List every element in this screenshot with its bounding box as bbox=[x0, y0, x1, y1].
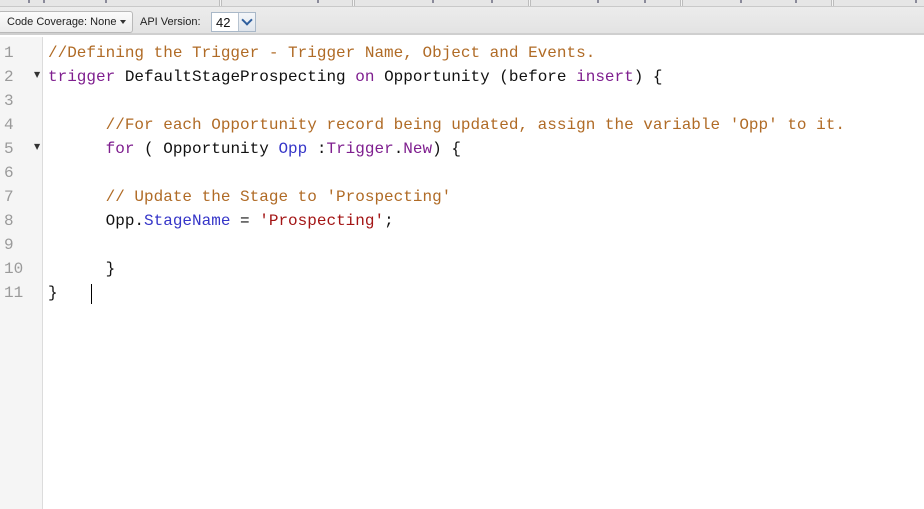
code-keyword: insert bbox=[576, 68, 634, 86]
line-number: 2 bbox=[4, 68, 14, 86]
code-comment: //For each Opportunity record being upda… bbox=[105, 116, 845, 134]
code-line[interactable]: 3 bbox=[0, 89, 924, 113]
code-text: ) { bbox=[432, 140, 461, 158]
tab-label-fragment bbox=[317, 0, 319, 3]
code-text: ( Opportunity bbox=[134, 140, 279, 158]
editor-toolbar: Code Coverage: None API Version: 42 bbox=[0, 7, 924, 35]
code-text: ; bbox=[384, 212, 394, 230]
code-coverage-label: Code Coverage: None bbox=[7, 16, 117, 28]
tab-label-fragment bbox=[105, 0, 107, 3]
line-number: 4 bbox=[4, 116, 14, 134]
code-keyword: trigger bbox=[48, 68, 116, 86]
tab-separator bbox=[528, 0, 531, 6]
code-text: ) { bbox=[633, 68, 663, 86]
tab-label-fragment bbox=[740, 0, 742, 3]
code-identifier: Opp bbox=[278, 140, 308, 158]
caret-down-icon bbox=[120, 20, 126, 24]
code-content: trigger DefaultStageProspecting on Oppor… bbox=[48, 65, 663, 89]
tab-label-fragment bbox=[795, 0, 797, 3]
code-content: for ( Opportunity Opp :Trigger.New) { bbox=[48, 137, 461, 161]
code-text: DefaultStageProspecting bbox=[115, 68, 356, 86]
tab-separator bbox=[680, 0, 683, 6]
fold-toggle-icon[interactable]: ▼ bbox=[34, 137, 40, 157]
tab-separator bbox=[352, 0, 355, 6]
code-text: Opp. bbox=[105, 212, 145, 230]
tab-label-fragment bbox=[432, 0, 434, 3]
code-text: : bbox=[307, 140, 327, 158]
code-content: } bbox=[48, 257, 116, 281]
code-content: //For each Opportunity record being upda… bbox=[48, 113, 845, 137]
code-coverage-dropdown[interactable]: Code Coverage: None bbox=[0, 11, 133, 33]
code-string: 'Prospecting' bbox=[259, 212, 385, 230]
fold-toggle-icon[interactable]: ▼ bbox=[34, 65, 40, 85]
text-cursor bbox=[91, 284, 92, 304]
editor-tab-strip bbox=[0, 0, 924, 7]
code-content: } bbox=[48, 281, 58, 305]
code-keyword: on bbox=[355, 68, 375, 86]
code-comment: //Defining the Trigger - Trigger Name, O… bbox=[48, 44, 596, 62]
tab-label-fragment bbox=[43, 0, 45, 3]
api-version-value: 42 bbox=[216, 15, 231, 30]
code-text: } bbox=[105, 260, 116, 278]
code-line[interactable]: 11} bbox=[0, 281, 924, 305]
line-number: 6 bbox=[4, 164, 14, 182]
code-content: //Defining the Trigger - Trigger Name, O… bbox=[48, 41, 595, 65]
code-text: . bbox=[393, 140, 404, 158]
code-line[interactable]: 4 //For each Opportunity record being up… bbox=[0, 113, 924, 137]
code-line[interactable]: 7 // Update the Stage to 'Prospecting' bbox=[0, 185, 924, 209]
line-number: 9 bbox=[4, 236, 14, 254]
code-text: Opportunity (before bbox=[374, 68, 577, 86]
line-number: 7 bbox=[4, 188, 14, 206]
tab-label-fragment bbox=[491, 0, 493, 3]
code-content: // Update the Stage to 'Prospecting' bbox=[48, 185, 452, 209]
code-line[interactable]: 6 bbox=[0, 161, 924, 185]
code-keyword: for bbox=[105, 140, 135, 158]
tab-label-fragment bbox=[28, 0, 30, 3]
code-line[interactable]: 1 //Defining the Trigger - Trigger Name, … bbox=[0, 41, 924, 65]
tab-label-fragment bbox=[915, 0, 917, 3]
tab-label-fragment bbox=[644, 0, 646, 3]
api-version-label: API Version: bbox=[140, 16, 201, 28]
line-number: 8 bbox=[4, 212, 14, 230]
code-text: } bbox=[48, 284, 58, 302]
tab-separator bbox=[219, 0, 222, 6]
line-number: 11 bbox=[4, 284, 24, 302]
code-comment: // Update the Stage to 'Prospecting' bbox=[105, 188, 452, 206]
line-number: 3 bbox=[4, 92, 14, 110]
code-editor[interactable]: 1 //Defining the Trigger - Trigger Name, … bbox=[0, 37, 924, 509]
code-line[interactable]: 9 bbox=[0, 233, 924, 257]
code-line[interactable]: 8 Opp.StageName = 'Prospecting'; bbox=[0, 209, 924, 233]
code-line[interactable]: 10 } bbox=[0, 257, 924, 281]
tab-separator bbox=[831, 0, 834, 6]
api-version-select[interactable]: 42 bbox=[211, 12, 256, 32]
line-number: 1 bbox=[4, 44, 14, 62]
line-number: 10 bbox=[4, 260, 24, 278]
code-keyword: New bbox=[403, 140, 433, 158]
code-identifier: StageName bbox=[144, 212, 231, 230]
chevron-down-icon[interactable] bbox=[238, 13, 255, 31]
tab-label-fragment bbox=[597, 0, 599, 3]
code-content: Opp.StageName = 'Prospecting'; bbox=[48, 209, 394, 233]
code-text: = bbox=[230, 212, 260, 230]
code-line[interactable]: 2 ▼ trigger DefaultStageProspecting on Opp… bbox=[0, 65, 924, 89]
code-line[interactable]: 5 ▼ for ( Opportunity Opp :Trigger.New) { bbox=[0, 137, 924, 161]
line-number: 5 bbox=[4, 140, 14, 158]
code-keyword: Trigger bbox=[326, 140, 394, 158]
